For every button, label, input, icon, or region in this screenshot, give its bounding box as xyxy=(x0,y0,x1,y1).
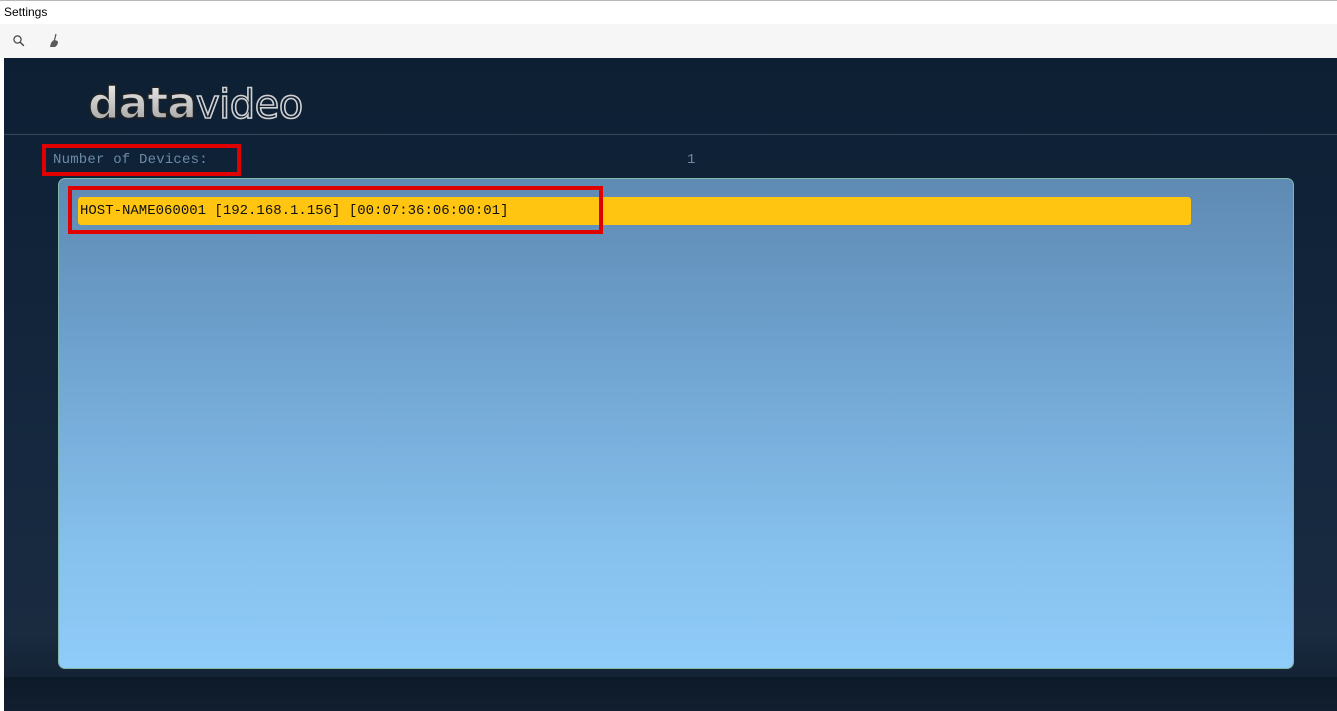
settings-window: Settings data video Number of Devices: 1… xyxy=(0,0,1337,711)
discovery-panel: data video Number of Devices: 1 HOST-NAM… xyxy=(4,58,1337,711)
datavideo-logo: data video xyxy=(87,80,304,130)
search-icon xyxy=(13,35,25,47)
broom-icon xyxy=(50,33,58,47)
search-button[interactable] xyxy=(8,30,30,52)
title-bar: Settings xyxy=(0,0,1337,24)
svg-text:video: video xyxy=(196,82,303,128)
highlight-box-devices-label xyxy=(42,144,241,176)
device-list[interactable]: HOST-NAME060001 [192.168.1.156] [00:07:3… xyxy=(58,178,1294,669)
window-title: Settings xyxy=(4,5,48,19)
clean-button[interactable] xyxy=(44,30,66,52)
toolbar xyxy=(0,24,1337,58)
highlight-box-device-item xyxy=(68,186,603,234)
bottom-bar xyxy=(4,677,1337,711)
header-divider xyxy=(4,134,1337,135)
devices-count-value: 1 xyxy=(687,152,696,168)
svg-text:data: data xyxy=(88,80,196,129)
